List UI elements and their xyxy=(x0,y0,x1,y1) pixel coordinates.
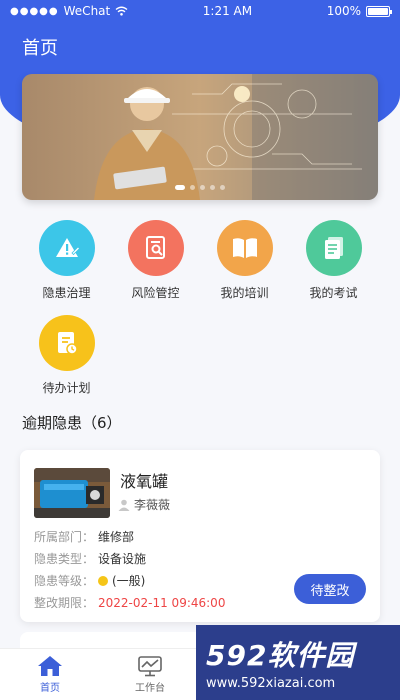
menu-item-hazard[interactable]: 隐患治理 xyxy=(22,220,111,301)
banner-carousel[interactable] xyxy=(22,74,378,200)
detail-row-deadline: 整改期限： 2022-02-11 09:46:00 xyxy=(34,592,225,614)
tab-workbench[interactable]: 工作台 xyxy=(100,649,200,700)
detail-label: 所属部门： xyxy=(34,530,95,544)
hazard-thumbnail xyxy=(34,468,110,518)
menu-label: 风险管控 xyxy=(131,286,180,300)
banner-image xyxy=(22,74,378,200)
exam-icon xyxy=(305,220,362,276)
wifi-icon xyxy=(115,6,128,16)
tab-home[interactable]: 首页 xyxy=(0,649,100,700)
carousel-dot[interactable] xyxy=(210,185,215,190)
section-title: 逾期隐患（6） xyxy=(22,414,122,432)
menu-item-risk[interactable]: 风险管控 xyxy=(111,220,200,301)
menu-label: 我的培训 xyxy=(220,286,269,300)
owner-name: 李薇薇 xyxy=(134,498,171,512)
detail-value: (一般) xyxy=(112,574,146,588)
workbench-icon xyxy=(138,656,162,677)
todo-plan-icon xyxy=(38,315,95,371)
hazard-name: 液氧罐 xyxy=(120,472,169,491)
clock: 1:21 AM xyxy=(202,4,253,18)
menu-label: 待办计划 xyxy=(42,381,91,395)
battery-icon xyxy=(366,5,392,17)
carousel-dot[interactable] xyxy=(220,185,225,190)
menu-item-training[interactable]: 我的培训 xyxy=(200,220,289,301)
detail-value: 设备设施 xyxy=(98,552,147,566)
tab-label: 首页 xyxy=(40,683,60,694)
detail-label: 整改期限： xyxy=(34,596,95,610)
detail-row-level: 隐患等级： (一般) xyxy=(34,570,225,592)
deadline-value: 2022-02-11 09:46:00 xyxy=(98,596,226,610)
tab-label: 工作台 xyxy=(135,683,165,694)
book-icon xyxy=(216,220,273,276)
pending-rectify-button[interactable]: 待整改 xyxy=(294,574,366,604)
carousel-indicator xyxy=(175,185,225,190)
risk-search-icon xyxy=(127,220,184,276)
page-title: 首页 xyxy=(22,38,58,59)
hazard-icon xyxy=(38,220,95,276)
carousel-dot[interactable] xyxy=(175,185,185,190)
signal-icon: ●●●●● xyxy=(10,5,59,17)
watermark-url: www.592xiazai.com xyxy=(206,676,336,691)
detail-value: 维修部 xyxy=(98,530,135,544)
watermark-brand: 592软件园 xyxy=(206,639,355,672)
hazard-details: 所属部门： 维修部 隐患类型： 设备设施 隐患等级： (一般) 整改期限： 20… xyxy=(34,526,225,614)
carrier-label: WeChat xyxy=(63,4,111,18)
carousel-dot[interactable] xyxy=(190,185,195,190)
carousel-dot[interactable] xyxy=(200,185,205,190)
menu-item-exam[interactable]: 我的考试 xyxy=(289,220,378,301)
status-bar: ●●●●● WeChat 1:21 AM 100% xyxy=(0,0,400,22)
menu-label: 我的考试 xyxy=(309,286,358,300)
detail-label: 隐患类型： xyxy=(34,552,95,566)
detail-row-type: 隐患类型： 设备设施 xyxy=(34,548,225,570)
level-indicator-icon xyxy=(98,576,108,586)
menu-label: 隐患治理 xyxy=(42,286,91,300)
function-menu: 隐患治理 风险管控 我的培训 我的考试 待办计划 xyxy=(22,220,378,396)
menu-item-todo-plan[interactable]: 待办计划 xyxy=(22,315,111,396)
level-value-wrap: (一般) xyxy=(98,570,145,592)
watermark-overlay: 592软件园 www.592xiazai.com xyxy=(196,625,400,700)
user-icon xyxy=(118,499,130,511)
battery-percent: 100% xyxy=(326,4,361,18)
detail-label: 隐患等级： xyxy=(34,574,95,588)
hazard-owner: 李薇薇 xyxy=(118,496,170,513)
detail-row-department: 所属部门： 维修部 xyxy=(34,526,225,548)
home-icon xyxy=(38,656,62,676)
hazard-card[interactable]: 液氧罐 李薇薇 所属部门： 维修部 隐患类型： 设备设施 隐患等级： (一般) … xyxy=(20,450,380,622)
